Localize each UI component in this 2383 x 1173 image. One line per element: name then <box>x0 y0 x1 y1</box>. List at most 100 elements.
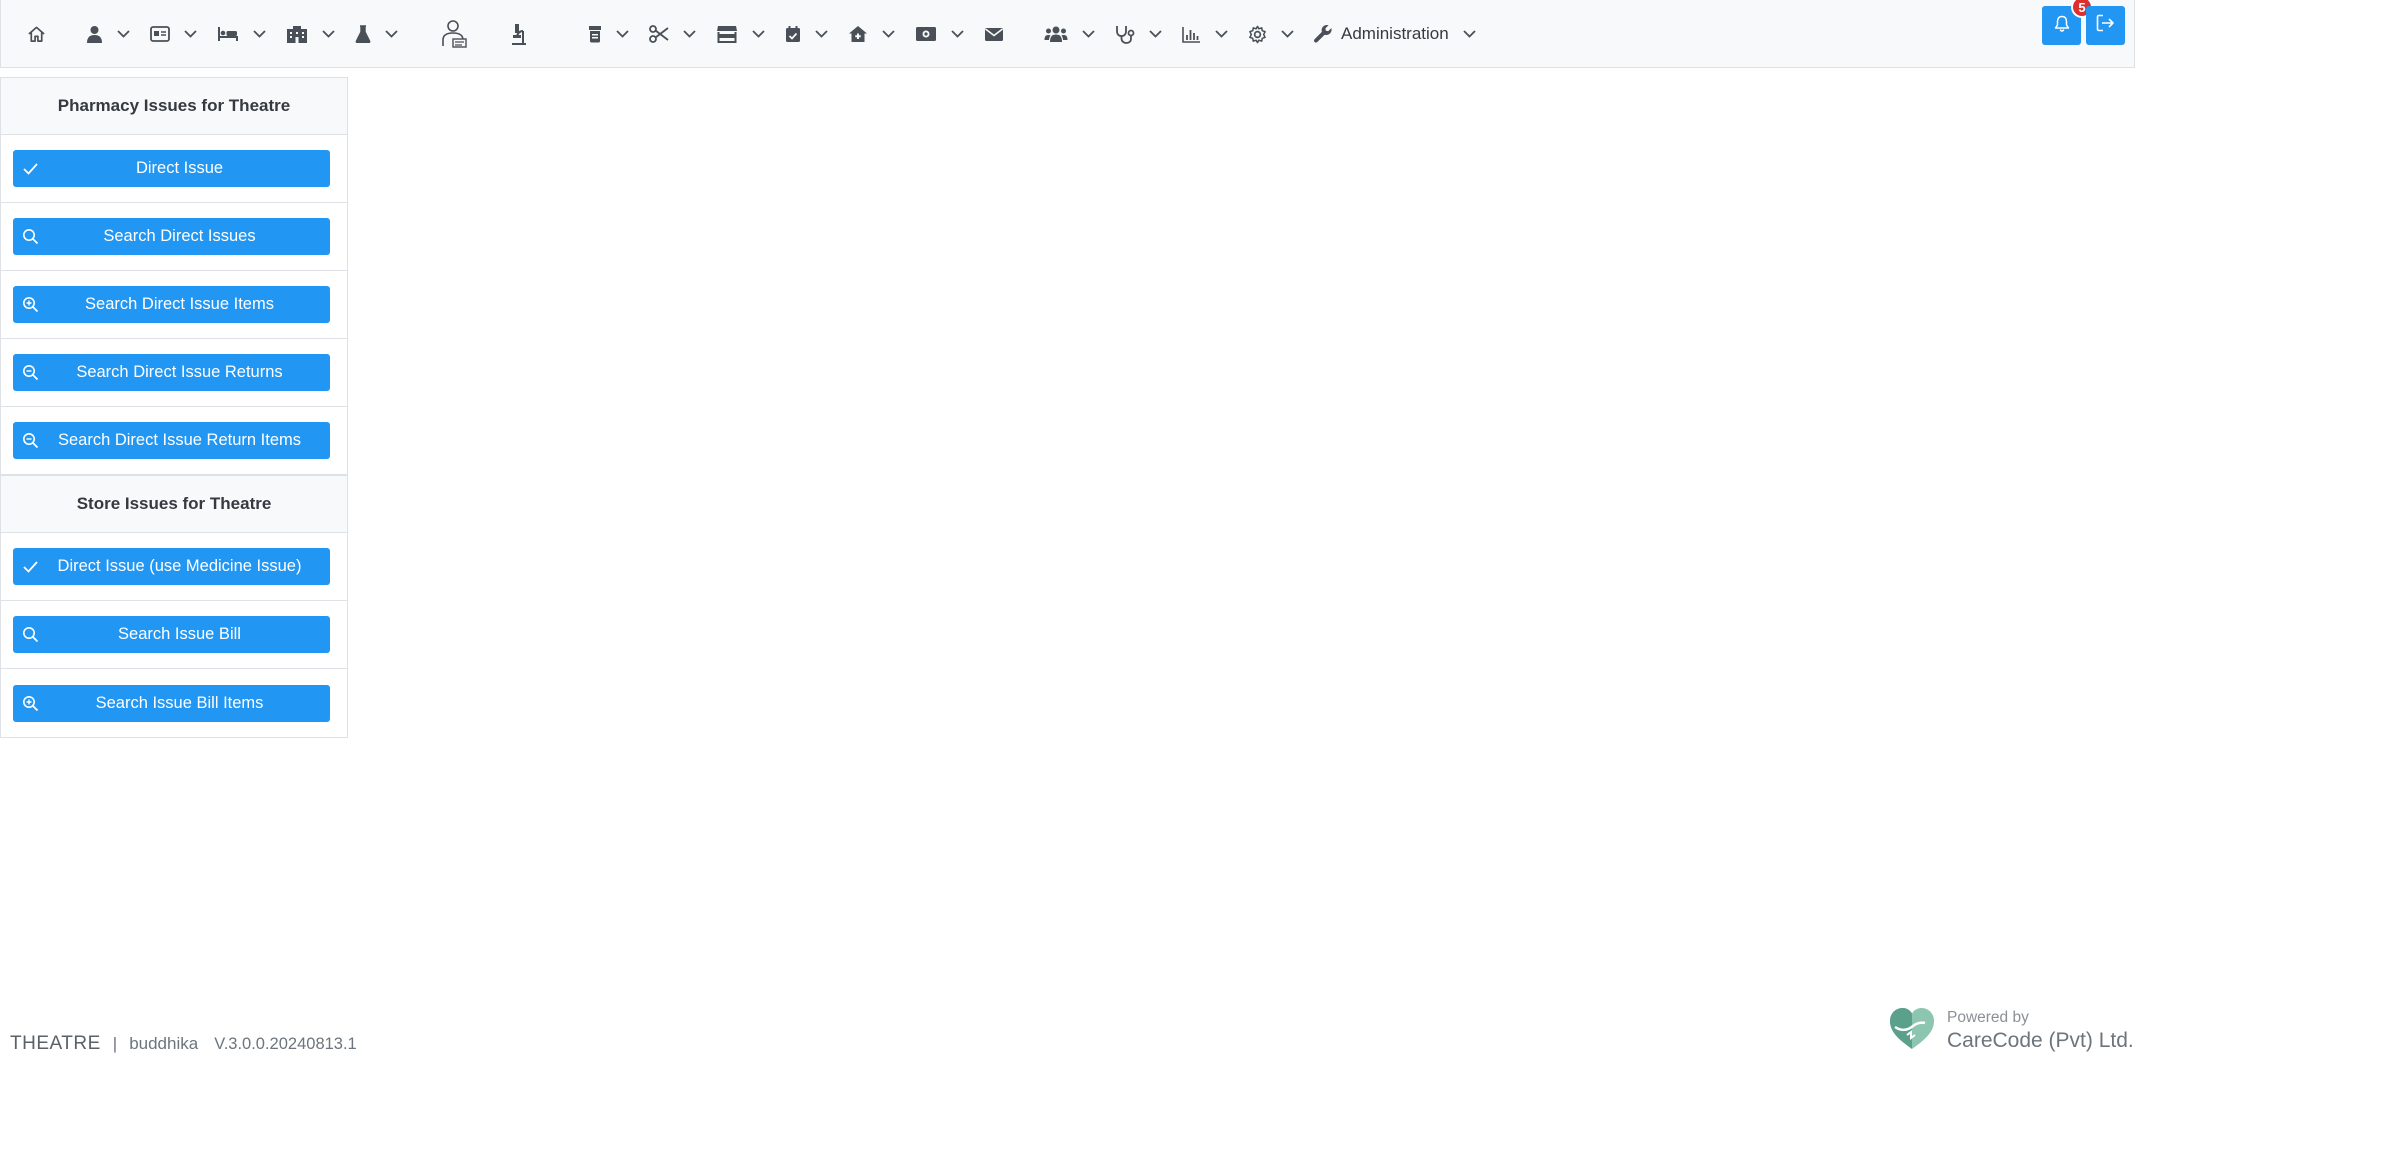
nav-hospital-menu[interactable] <box>276 14 345 54</box>
calendar-check-icon <box>785 25 801 43</box>
chevron-down-icon <box>951 30 964 38</box>
chevron-down-icon <box>1281 30 1294 38</box>
notifications-button[interactable]: 5 <box>2042 0 2093 45</box>
zoom-out-icon <box>22 364 39 381</box>
microscope-icon <box>508 23 528 45</box>
prescription-bottle-icon <box>588 25 602 43</box>
nav-menu: Administration <box>17 14 1486 54</box>
navbar-right-actions: 5 <box>2037 0 2125 45</box>
chevron-down-icon <box>882 30 895 38</box>
search-icon <box>22 626 39 643</box>
chevron-down-icon <box>683 30 696 38</box>
nav-lab-menu[interactable] <box>345 14 408 54</box>
zoom-out-icon <box>22 432 39 449</box>
app-version: V.3.0.0.20240813.1 <box>214 1035 357 1053</box>
sign-out-icon <box>2096 14 2115 37</box>
button-label: Search Direct Issue Items <box>85 295 274 313</box>
nav-hr-menu[interactable] <box>1034 14 1105 54</box>
wrench-icon <box>1314 24 1333 44</box>
nav-microscope[interactable] <box>498 14 538 54</box>
nav-administration-menu[interactable]: Administration <box>1304 14 1486 54</box>
store-section-title: Store Issues for Theatre <box>1 475 347 533</box>
gear-icon <box>1248 25 1267 44</box>
money-icon <box>915 26 937 42</box>
powered-by-text: Powered by CareCode (Pvt) Ltd. <box>1947 1009 2134 1053</box>
nav-appointment-menu[interactable] <box>775 14 838 54</box>
nav-messages[interactable] <box>974 14 1014 54</box>
chevron-down-icon <box>1149 30 1162 38</box>
chevron-down-icon <box>616 30 629 38</box>
company-name: CareCode (Pvt) Ltd. <box>1947 1028 2134 1052</box>
pharmacy-section-title: Pharmacy Issues for Theatre <box>1 78 347 135</box>
button-label: Search Issue Bill <box>118 625 241 643</box>
chevron-down-icon <box>385 30 398 38</box>
nav-settings-menu[interactable] <box>1238 14 1304 54</box>
list-item: Direct Issue (use Medicine Issue) <box>1 533 347 601</box>
id-card-icon <box>150 26 170 42</box>
zoom-in-icon <box>22 296 39 313</box>
button-label: Direct Issue (use Medicine Issue) <box>57 557 302 575</box>
chevron-down-icon <box>322 30 335 38</box>
list-item: Search Direct Issues <box>1 203 347 271</box>
chevron-down-icon <box>1215 30 1228 38</box>
chevron-down-icon <box>815 30 828 38</box>
nav-doctor[interactable] <box>428 14 478 54</box>
powered-by: Powered by CareCode (Pvt) Ltd. <box>1887 1005 2134 1056</box>
bar-chart-icon <box>1182 26 1201 43</box>
search-icon <box>22 228 39 245</box>
nav-theatre-menu[interactable] <box>639 14 706 54</box>
search-direct-issue-return-items-button[interactable]: Search Direct Issue Return Items <box>13 422 330 459</box>
button-label: Search Direct Issue Return Items <box>57 431 301 449</box>
nav-store-menu[interactable] <box>706 14 775 54</box>
envelope-icon <box>984 27 1004 42</box>
doctor-icon <box>438 20 468 48</box>
check-icon <box>22 160 39 177</box>
stethoscope-icon <box>1115 25 1135 44</box>
button-label: Search Direct Issue Returns <box>76 363 283 381</box>
logged-user: buddhika <box>129 1034 199 1053</box>
check-icon <box>22 558 39 575</box>
button-label: Search Issue Bill Items <box>95 693 264 712</box>
list-item: Search Direct Issue Return Items <box>1 407 347 475</box>
list-item: Search Direct Issue Items <box>1 271 347 339</box>
nav-cashier-menu[interactable] <box>905 14 974 54</box>
nav-opd-menu[interactable] <box>140 14 207 54</box>
chevron-down-icon <box>184 30 197 38</box>
chevron-down-icon <box>752 30 765 38</box>
bell-icon <box>2054 15 2070 37</box>
nav-home[interactable] <box>17 14 56 54</box>
nav-clinical-menu[interactable] <box>1105 14 1172 54</box>
nav-patient-menu[interactable] <box>76 14 140 54</box>
chevron-down-icon <box>253 30 266 38</box>
list-item: Search Direct Issue Returns <box>1 339 347 407</box>
house-medical-icon <box>848 25 868 43</box>
users-icon <box>1044 25 1068 43</box>
search-direct-issues-button[interactable]: Search Direct Issues <box>13 218 330 255</box>
button-label: Direct Issue <box>135 159 224 177</box>
list-item: Search Issue Bill <box>1 601 347 669</box>
administration-label: Administration <box>1341 24 1449 43</box>
building-icon <box>286 25 308 43</box>
search-issue-bill-button[interactable]: Search Issue Bill <box>13 616 330 653</box>
footer-info: THEATRE | buddhika V.3.0.0.20240813.1 <box>10 1033 357 1055</box>
button-label: Search Direct Issues <box>103 227 256 245</box>
chevron-down-icon <box>1463 30 1476 38</box>
search-direct-issue-items-button[interactable]: Search Direct Issue Items <box>13 286 330 323</box>
list-item: Direct Issue <box>1 135 347 203</box>
logout-button[interactable] <box>2086 6 2125 45</box>
search-issue-bill-items-button[interactable]: Search Issue Bill Items <box>13 684 330 722</box>
nav-clinic-menu[interactable] <box>838 14 905 54</box>
powered-by-label: Powered by <box>1947 1008 2029 1026</box>
direct-issue-button[interactable]: Direct Issue <box>13 150 330 187</box>
nav-inward-menu[interactable] <box>207 14 276 54</box>
user-icon <box>86 25 103 43</box>
home-icon <box>27 25 46 43</box>
search-direct-issue-returns-button[interactable]: Search Direct Issue Returns <box>13 354 330 391</box>
nav-pharmacy-menu[interactable] <box>578 14 639 54</box>
carecode-logo-icon <box>1887 1005 1937 1056</box>
theatre-issues-panel: Pharmacy Issues for Theatre Direct Issue… <box>0 77 348 738</box>
nav-reports-menu[interactable] <box>1172 14 1238 54</box>
chevron-down-icon <box>117 30 130 38</box>
direct-issue-medicine-button[interactable]: Direct Issue (use Medicine Issue) <box>13 548 330 585</box>
list-item: Search Issue Bill Items <box>1 669 347 737</box>
